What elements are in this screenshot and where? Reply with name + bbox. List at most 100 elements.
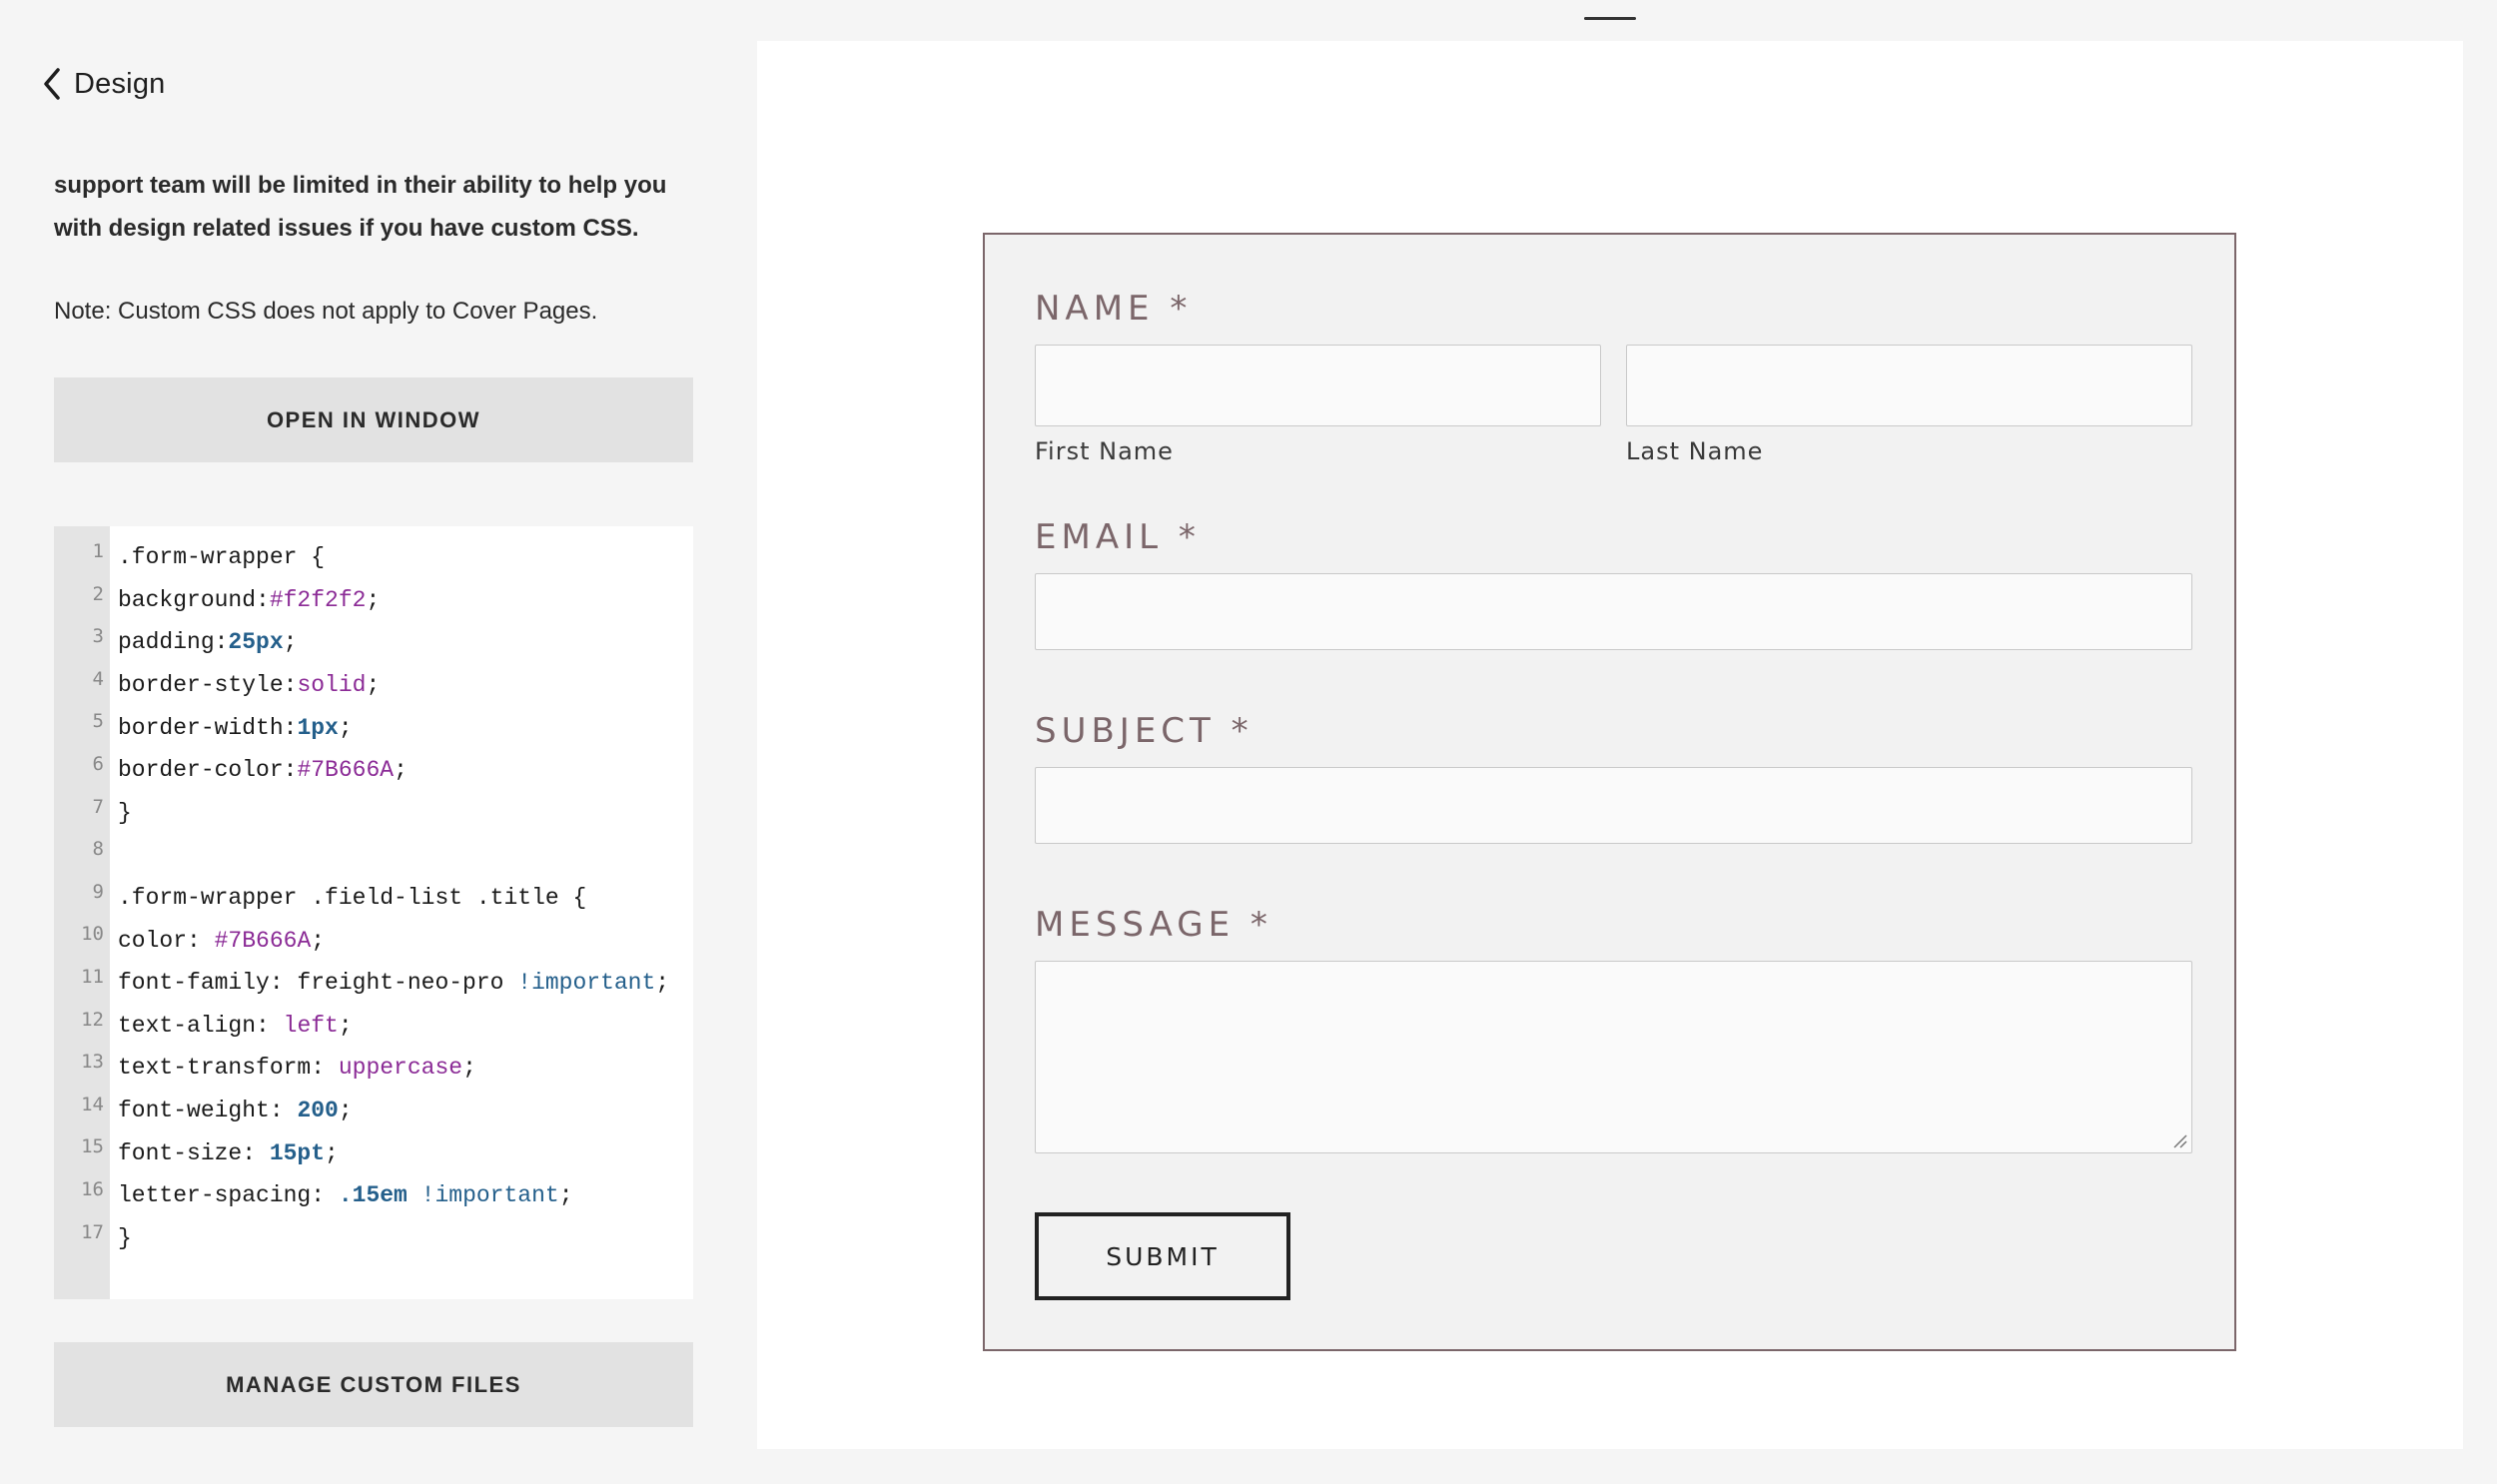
line-code: font-family: freight-neo-pro !important; (118, 970, 669, 996)
message-textarea[interactable] (1035, 961, 2192, 1153)
code-lines: 1 .form-wrapper { 2 background:#f2f2f2; 3 pad… (54, 536, 693, 1259)
code-line: 9 .form-wrapper .field-list .title { (54, 877, 693, 920)
code-token: color: (118, 927, 215, 954)
code-token: border-color: (118, 757, 298, 784)
code-token: .form-wrapper .field-list .title { (118, 885, 587, 912)
subject-input[interactable] (1035, 767, 2192, 844)
code-line: 5 border-width:1px; (54, 706, 693, 749)
submit-button[interactable]: SUBMIT (1035, 1212, 1290, 1300)
custom-css-panel: Design support team will be limited in t… (0, 0, 744, 1484)
line-code: padding:25px; (118, 629, 297, 655)
code-line: 15 font-size: 15pt; (54, 1131, 693, 1174)
name-field-title: NAME * (1035, 289, 1193, 329)
code-token: 25px (228, 629, 284, 656)
subject-field-title: SUBJECT * (1035, 711, 1253, 751)
email-input[interactable] (1035, 573, 2192, 650)
code-token: ; (655, 970, 670, 997)
line-code: border-width:1px; (118, 715, 353, 741)
first-name-input[interactable] (1035, 345, 1601, 426)
code-token: } (118, 799, 132, 826)
line-code: .form-wrapper .field-list .title { (118, 885, 586, 911)
manage-custom-files-button[interactable]: MANAGE CUSTOM FILES (54, 1342, 693, 1427)
line-number: 17 (81, 1220, 104, 1243)
code-line: 12 text-align: left; (54, 1005, 693, 1048)
line-number: 3 (92, 625, 104, 648)
line-number: 9 (92, 880, 104, 903)
form-wrapper: NAME * First Name Last Name EMAIL * SUBJ… (983, 233, 2236, 1351)
code-token: font-weight: (118, 1098, 298, 1124)
code-line: 13 text-transform: uppercase; (54, 1047, 693, 1090)
code-token: letter-spacing: (118, 1182, 339, 1209)
code-token: ; (311, 927, 326, 954)
code-line: 14 font-weight: 200; (54, 1090, 693, 1132)
custom-css-warning-text: support team will be limited in their ab… (54, 172, 667, 242)
code-token: background: (118, 586, 270, 613)
line-code: text-transform: uppercase; (118, 1055, 476, 1081)
line-number: 11 (81, 965, 104, 988)
line-number: 5 (92, 710, 104, 733)
code-line: 2 background:#f2f2f2; (54, 579, 693, 622)
preview-drag-handle[interactable] (1584, 17, 1636, 20)
line-number: 1 (92, 540, 104, 562)
last-name-input[interactable] (1626, 345, 2192, 426)
code-line: 6 border-color:#7B666A; (54, 749, 693, 792)
code-token: !important (517, 970, 656, 997)
code-token: left (283, 1012, 339, 1039)
code-token: padding: (118, 629, 229, 656)
back-to-design-link[interactable]: Design (42, 62, 165, 106)
cover-pages-note: Note: Custom CSS does not apply to Cover… (54, 298, 598, 325)
back-label: Design (74, 67, 166, 100)
first-name-label: First Name (1035, 437, 1174, 465)
code-token: ; (558, 1182, 573, 1209)
code-line: 3 padding:25px; (54, 621, 693, 664)
line-number: 15 (81, 1135, 104, 1158)
code-token: uppercase (338, 1055, 463, 1082)
code-token: ; (338, 1012, 353, 1039)
line-code: font-weight: 200; (118, 1098, 353, 1123)
code-token: border-width: (118, 714, 298, 741)
code-token: #7B666A (297, 757, 395, 784)
email-field-title: EMAIL * (1035, 517, 1201, 557)
css-code-editor[interactable]: 1 .form-wrapper { 2 background:#f2f2f2; 3 pad… (54, 526, 693, 1299)
line-number: 8 (92, 838, 104, 861)
line-number: 14 (81, 1093, 104, 1115)
code-token: text-align: (118, 1012, 284, 1039)
code-token: #f2f2f2 (269, 586, 367, 613)
code-token: ; (338, 1098, 353, 1124)
code-token: 1px (297, 714, 339, 741)
line-code: } (118, 1225, 132, 1251)
code-line: 16 letter-spacing: .15em !important; (54, 1174, 693, 1217)
code-line: 7} (54, 792, 693, 835)
line-number: 10 (81, 923, 104, 946)
resize-grip-icon[interactable] (2171, 1132, 2187, 1148)
message-field-title: MESSAGE * (1035, 905, 1272, 945)
code-token: !important (420, 1182, 559, 1209)
line-code: letter-spacing: .15em !important; (118, 1182, 573, 1208)
line-code: color: #7B666A; (118, 928, 325, 954)
code-token: ; (462, 1055, 476, 1082)
code-token: ; (366, 672, 381, 699)
line-number: 6 (92, 752, 104, 775)
code-token: } (118, 1224, 132, 1251)
code-token: #7B666A (214, 927, 312, 954)
code-token: border-style: (118, 672, 298, 699)
code-token: font-size: (118, 1139, 270, 1166)
open-in-window-button[interactable]: OPEN IN WINDOW (54, 377, 693, 462)
code-token: ; (394, 757, 408, 784)
code-token: .form-wrapper { (118, 544, 326, 571)
code-token: ; (325, 1139, 339, 1166)
line-number: 13 (81, 1051, 104, 1074)
line-number: 7 (92, 795, 104, 818)
site-preview: NAME * First Name Last Name EMAIL * SUBJ… (757, 41, 2463, 1449)
code-line: 8 (54, 834, 693, 877)
code-line: 17} (54, 1217, 693, 1260)
last-name-label: Last Name (1626, 437, 1764, 465)
code-line: 4 border-style:solid; (54, 664, 693, 707)
line-code: text-align: left; (118, 1013, 353, 1039)
code-token: solid (297, 672, 367, 699)
line-code: border-color:#7B666A; (118, 757, 408, 783)
code-token: ; (366, 586, 381, 613)
code-token: 15pt (269, 1139, 326, 1166)
line-code: } (118, 800, 132, 826)
